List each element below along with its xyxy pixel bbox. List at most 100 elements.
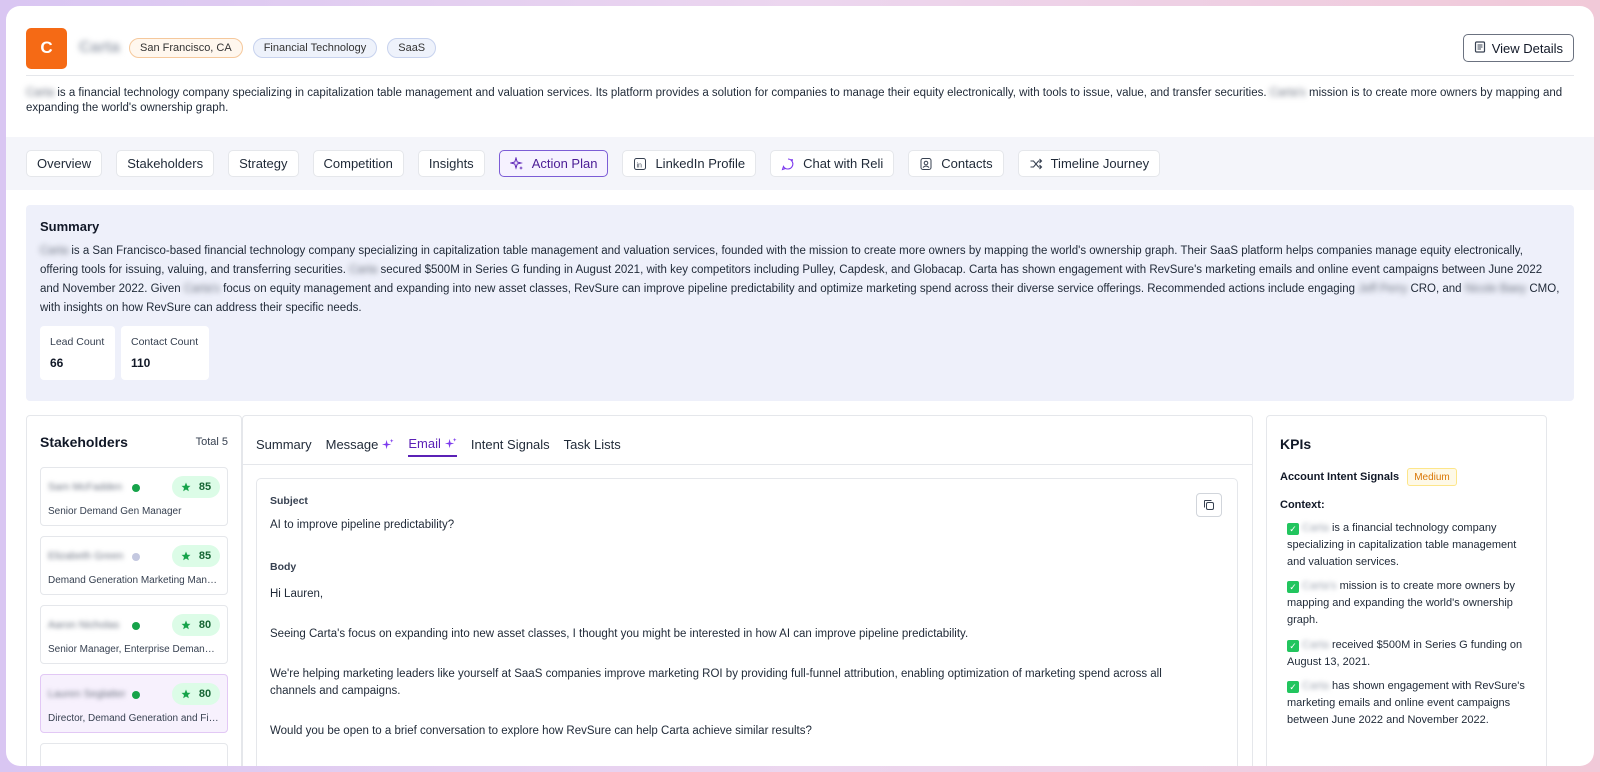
shuffle-icon bbox=[1030, 158, 1042, 169]
context-item: ✓ Carta is a financial technology company… bbox=[1287, 520, 1530, 571]
tab-insights[interactable]: Insights bbox=[417, 150, 485, 177]
svg-text:in: in bbox=[637, 162, 643, 169]
account-intent-row: Account Intent Signals Medium bbox=[1280, 468, 1457, 486]
tab-label: Strategy bbox=[239, 156, 288, 171]
view-details-label: View Details bbox=[1491, 40, 1563, 56]
tab-label: LinkedIn Profile bbox=[655, 156, 746, 171]
stakeholder-card[interactable]: Elizabeth Green 85 Demand Generation Mar… bbox=[40, 536, 228, 595]
lead-count-value: 66 bbox=[50, 356, 64, 370]
action-subtabs: Summary Message Email Intent Signals Tas… bbox=[256, 436, 621, 457]
tab-label: Stakeholders bbox=[127, 156, 204, 171]
context-item: ✓ Carta's mission is to create more owner… bbox=[1287, 578, 1530, 629]
stakeholders-header: Stakeholders Total 5 bbox=[40, 434, 228, 450]
stakeholder-role: Senior Manager, Enterprise Demand Genera… bbox=[48, 644, 219, 655]
email-greeting: Hi Lauren, bbox=[270, 588, 324, 600]
body-label: Body bbox=[270, 561, 297, 573]
summary-title: Summary bbox=[40, 219, 100, 234]
context-company-name: Carta bbox=[1302, 522, 1329, 534]
view-details-button[interactable]: View Details bbox=[1462, 34, 1574, 62]
tab-label: Overview bbox=[37, 156, 92, 171]
subtab-divider bbox=[243, 464, 1252, 465]
check-icon: ✓ bbox=[1287, 681, 1299, 693]
stakeholders-total: Total 5 bbox=[195, 436, 228, 448]
subject-label: Subject bbox=[270, 495, 308, 507]
linkedin-icon: in bbox=[634, 157, 647, 170]
stakeholder-name: Sam McFadden bbox=[48, 481, 123, 493]
tab-contacts[interactable]: Contacts bbox=[908, 150, 1004, 177]
tab-strategy[interactable]: Strategy bbox=[228, 150, 299, 177]
copy-icon bbox=[1204, 500, 1214, 510]
tab-label: Contacts bbox=[941, 156, 993, 171]
summary-part: focus on equity management and expanding… bbox=[223, 283, 1356, 295]
score-badge: 85 bbox=[172, 476, 220, 498]
summary-text: Carta is a San Francisco-based financial… bbox=[40, 242, 1560, 318]
score-value: 85 bbox=[198, 481, 212, 493]
tab-label: Action Plan bbox=[531, 156, 598, 171]
status-dot bbox=[132, 484, 140, 492]
kpis-title: KPIs bbox=[1280, 436, 1312, 452]
score-badge: 80 bbox=[172, 683, 220, 705]
tab-label: Competition bbox=[323, 156, 393, 171]
header-divider bbox=[26, 75, 1574, 76]
summary-panel: Summary Carta is a San Francisco-based f… bbox=[26, 205, 1574, 401]
lead-count-label: Lead Count bbox=[50, 336, 105, 348]
copy-button[interactable] bbox=[1196, 493, 1222, 517]
company-header: C Carta San Francisco, CA Financial Tech… bbox=[26, 26, 1574, 70]
subtab-task-lists[interactable]: Task Lists bbox=[564, 436, 621, 457]
lead-count-card: Lead Count 66 bbox=[40, 326, 115, 380]
tab-linkedin-profile[interactable]: in LinkedIn Profile bbox=[622, 150, 757, 177]
company-logo: C bbox=[26, 27, 67, 69]
sparkle-icon bbox=[444, 437, 457, 449]
status-dot bbox=[132, 622, 140, 630]
stakeholder-name: Lauren Seglatter bbox=[48, 688, 126, 700]
tab-chat-with-reli[interactable]: Chat with Reli bbox=[770, 150, 895, 177]
star-icon bbox=[181, 689, 191, 699]
subtab-intent-signals[interactable]: Intent Signals bbox=[471, 436, 550, 457]
stakeholder-card[interactable]: Sam McFadden 85 Senior Demand Gen Manage… bbox=[40, 467, 228, 526]
context-company-name: Carta's bbox=[1302, 580, 1337, 592]
subtab-label: Intent Signals bbox=[470, 437, 550, 452]
subject-text: AI to improve pipeline predictability? bbox=[270, 519, 455, 531]
summary-person-name: Nicole Baey bbox=[1464, 283, 1527, 295]
stakeholders-panel: Stakeholders Total 5 Sam McFadden 85 Sen… bbox=[26, 415, 242, 766]
action-plan-panel: Summary Message Email Intent Signals Tas… bbox=[242, 415, 1253, 766]
stakeholder-card-partial[interactable] bbox=[40, 743, 228, 766]
subtab-label: Email bbox=[408, 436, 441, 451]
tab-overview[interactable]: Overview bbox=[26, 150, 103, 177]
sparkle-icon bbox=[382, 438, 394, 450]
tab-timeline-journey[interactable]: Timeline Journey bbox=[1017, 150, 1161, 177]
company-name: Carta bbox=[79, 39, 120, 56]
score-value: 85 bbox=[198, 550, 212, 562]
summary-part: CRO, and bbox=[1410, 283, 1462, 295]
location-tag: San Francisco, CA bbox=[129, 38, 243, 58]
chat-icon bbox=[781, 157, 794, 170]
email-paragraph-2: We're helping marketing leaders like you… bbox=[270, 668, 1162, 697]
count-cards: Lead Count 66 Contact Count 110 bbox=[40, 326, 1560, 380]
tab-competition[interactable]: Competition bbox=[312, 150, 404, 177]
score-value: 80 bbox=[198, 619, 212, 631]
summary-company-name: Carta's bbox=[183, 283, 220, 295]
subtab-summary[interactable]: Summary bbox=[256, 436, 312, 457]
stakeholder-role: Senior Demand Gen Manager bbox=[48, 506, 182, 517]
summary-company-name: Carta bbox=[40, 245, 69, 257]
star-icon bbox=[181, 482, 191, 492]
contact-count-value: 110 bbox=[131, 356, 151, 370]
subtab-email[interactable]: Email bbox=[408, 436, 457, 457]
context-label: Context: bbox=[1280, 499, 1325, 511]
star-icon bbox=[181, 551, 191, 561]
intent-label: Account Intent Signals bbox=[1280, 471, 1400, 483]
tab-action-plan[interactable]: Action Plan bbox=[498, 150, 609, 177]
contacts-icon bbox=[920, 157, 932, 170]
context-company-name: Carta bbox=[1302, 680, 1329, 692]
score-badge: 80 bbox=[172, 614, 220, 636]
subtab-message[interactable]: Message bbox=[326, 436, 395, 457]
contact-count-label: Contact Count bbox=[131, 336, 199, 348]
stakeholder-name: Elizabeth Green bbox=[48, 550, 124, 562]
desc-company-name: Carta bbox=[26, 87, 55, 99]
context-company-name: Carta bbox=[1302, 639, 1329, 651]
stakeholder-card-selected[interactable]: Lauren Seglatter 80 Director, Demand Gen… bbox=[40, 674, 228, 733]
stakeholder-card[interactable]: Aaron Nicholas 80 Senior Manager, Enterp… bbox=[40, 605, 228, 664]
company-description: Carta is a financial technology company … bbox=[26, 86, 1564, 116]
check-icon: ✓ bbox=[1287, 523, 1299, 535]
tab-stakeholders[interactable]: Stakeholders bbox=[116, 150, 215, 177]
